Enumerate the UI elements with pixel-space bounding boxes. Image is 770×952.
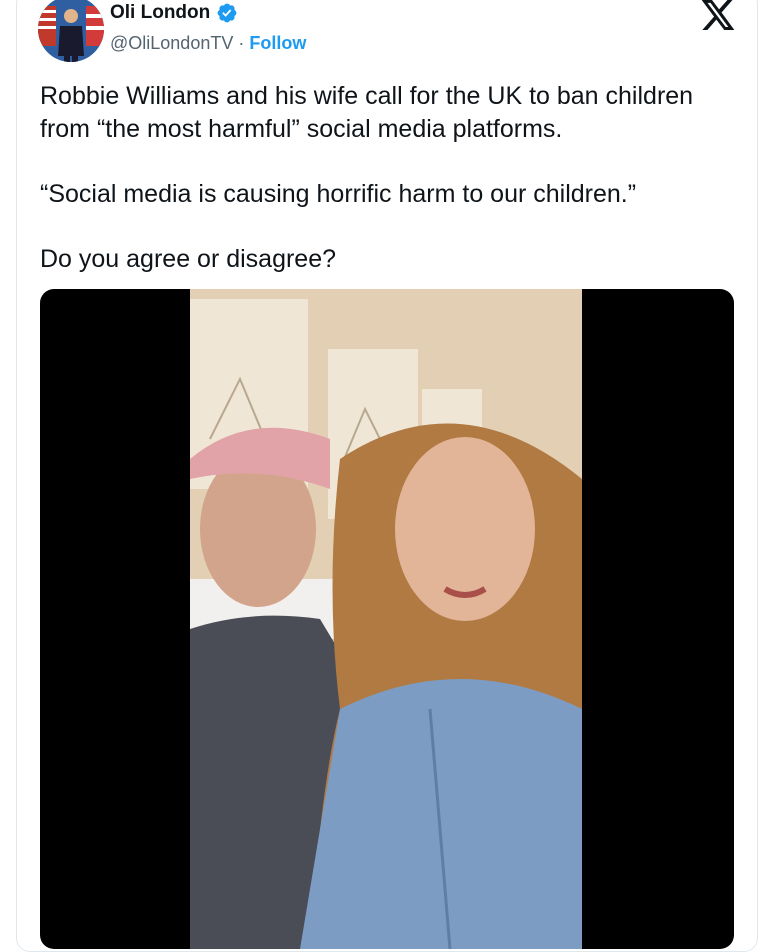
tweet-video[interactable] — [40, 289, 734, 949]
author-handle-row: @OliLondonTV · Follow — [110, 33, 306, 54]
verified-badge-icon — [217, 3, 237, 23]
follow-button[interactable]: Follow — [249, 33, 306, 53]
handle-separator: · — [238, 33, 250, 53]
tweet-paragraph: “Social media is causing horrific harm t… — [40, 180, 637, 208]
x-logo-icon[interactable] — [701, 0, 735, 30]
tweet-body: Robbie Williams and his wife call for th… — [40, 80, 740, 276]
author-name-row[interactable]: Oli London — [110, 2, 238, 24]
author-handle[interactable]: @OliLondonTV — [110, 33, 233, 53]
tweet-paragraph: Do you agree or disagree? — [40, 245, 337, 273]
author-display-name[interactable]: Oli London — [110, 2, 210, 24]
tweet-paragraph: Robbie Williams and his wife call for th… — [40, 82, 694, 143]
video-frame-image — [190, 289, 582, 949]
